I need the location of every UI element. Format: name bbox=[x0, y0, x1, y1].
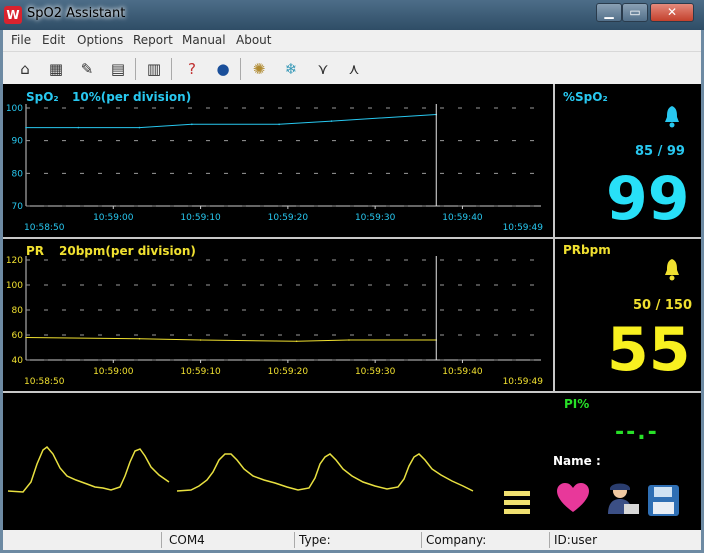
pr-value: 55 bbox=[607, 315, 691, 385]
end-time-label: 10:59:49 bbox=[503, 223, 544, 233]
toolbar: ⌂ ▦ ✎ ▤ ▥ ? ● ✺ ❄ ⋎ ⋏ bbox=[3, 51, 701, 84]
data-point bbox=[199, 339, 202, 341]
menu-lines-icon[interactable] bbox=[504, 491, 530, 515]
menu-report[interactable]: Report bbox=[133, 33, 173, 47]
status-port: COM4 bbox=[169, 533, 205, 547]
data-point bbox=[25, 336, 27, 339]
heart-icon[interactable] bbox=[556, 482, 590, 514]
status-divider bbox=[294, 532, 295, 548]
trend-line bbox=[25, 337, 437, 342]
toolbar-divider bbox=[135, 58, 136, 80]
status-type: Type: bbox=[299, 533, 331, 547]
app-logo-icon: W bbox=[4, 6, 22, 24]
menu-about[interactable]: About bbox=[236, 33, 271, 47]
y-tick-label: 60 bbox=[12, 331, 24, 341]
y-tick-label: 120 bbox=[6, 256, 23, 266]
start-time-label: 10:58:50 bbox=[24, 223, 65, 233]
data-point bbox=[330, 120, 333, 122]
x-tick-label: 10:59:20 bbox=[268, 367, 309, 377]
x-tick-label: 10:59:20 bbox=[268, 213, 309, 223]
monitor-area: SpO₂ 10%(per division) 100 90 80 70 10:59:00… bbox=[3, 84, 701, 530]
chart-icon[interactable]: ▥ bbox=[142, 57, 166, 81]
minimize-button[interactable]: ▁ bbox=[596, 3, 622, 22]
y-tick-label: 70 bbox=[12, 202, 24, 212]
status-company: Company: bbox=[426, 533, 487, 547]
status-divider bbox=[549, 532, 550, 548]
save-disk-icon[interactable] bbox=[647, 484, 681, 518]
toolbar-divider bbox=[171, 58, 172, 80]
y-tick-label: 40 bbox=[12, 356, 24, 366]
pr-panel-label: PRbpm bbox=[563, 243, 611, 257]
pi-label: PI% bbox=[564, 397, 590, 411]
end-time-label: 10:59:49 bbox=[503, 377, 544, 387]
maximize-button[interactable]: ▭ bbox=[622, 3, 648, 22]
menu-bar: File Edit Options Report Manual About bbox=[3, 30, 701, 51]
data-point bbox=[348, 339, 350, 341]
x-tick-label: 10:59:00 bbox=[93, 367, 134, 377]
data-point bbox=[138, 126, 141, 129]
status-divider bbox=[161, 532, 162, 548]
x-tick-label: 10:59:10 bbox=[180, 367, 221, 377]
data-point bbox=[77, 126, 80, 129]
start-time-label: 10:58:50 bbox=[24, 377, 65, 387]
pr-alarm-bell-icon[interactable] bbox=[663, 257, 681, 281]
data-point bbox=[295, 340, 298, 343]
y-tick-label: 100 bbox=[6, 104, 23, 114]
name-label: Name : bbox=[553, 454, 601, 468]
panel-divider bbox=[3, 391, 701, 393]
y-tick-label: 80 bbox=[12, 169, 24, 179]
menu-edit[interactable]: Edit bbox=[42, 33, 65, 47]
spo2-value: 99 bbox=[606, 164, 690, 234]
status-bar: COM4 Type: Company: ID:user bbox=[3, 530, 701, 550]
x-tick-label: 10:59:10 bbox=[180, 213, 221, 223]
pr-trend-chart: 120 100 80 60 40 10:59:00 10:59:10 10:59:20 10:5… bbox=[6, 256, 544, 387]
waveform-down-icon[interactable]: ⋎ bbox=[311, 57, 335, 81]
globe-icon[interactable]: ● bbox=[211, 57, 235, 81]
help-icon[interactable]: ? bbox=[180, 57, 204, 81]
window-title: SpO2 Assistant bbox=[27, 6, 126, 21]
device-icon[interactable]: ▦ bbox=[44, 57, 68, 81]
data-point bbox=[191, 123, 193, 126]
spo2-trend-chart: 100 90 80 70 10:59:00 10:59:10 10:59:20 10:59:3… bbox=[6, 104, 544, 233]
y-tick-label: 90 bbox=[12, 137, 24, 147]
panel-divider bbox=[553, 84, 555, 391]
toolbar-divider bbox=[240, 58, 241, 80]
pleth-waveform bbox=[7, 445, 474, 493]
data-point bbox=[25, 126, 27, 129]
data-point bbox=[278, 123, 280, 126]
print-icon[interactable]: ▤ bbox=[106, 57, 130, 81]
y-tick-label: 100 bbox=[6, 281, 23, 291]
title-bar[interactable]: W SpO2 Assistant ▁ ▭ ✕ bbox=[0, 0, 704, 30]
menu-manual[interactable]: Manual bbox=[182, 33, 226, 47]
burst-icon[interactable]: ✺ bbox=[247, 57, 271, 81]
menu-options[interactable]: Options bbox=[77, 33, 123, 47]
data-point bbox=[138, 337, 141, 340]
x-tick-label: 10:59:30 bbox=[355, 213, 396, 223]
waveform-up-icon[interactable]: ⋏ bbox=[342, 57, 366, 81]
open-folder-icon[interactable]: ✎ bbox=[75, 57, 99, 81]
x-tick-label: 10:59:40 bbox=[442, 213, 483, 223]
spo2-panel-label: %SpO₂ bbox=[563, 90, 608, 104]
app-window: W SpO2 Assistant ▁ ▭ ✕ File Edit Options… bbox=[0, 0, 704, 553]
status-id: ID:user bbox=[554, 533, 597, 547]
spo2-alarm-bell-icon[interactable] bbox=[663, 104, 681, 128]
x-tick-label: 10:59:40 bbox=[442, 367, 483, 377]
user-profile-icon[interactable] bbox=[606, 482, 640, 516]
trend-line bbox=[26, 114, 437, 129]
x-tick-label: 10:59:30 bbox=[355, 367, 396, 377]
x-tick-label: 10:59:00 bbox=[93, 213, 134, 223]
home-icon[interactable]: ⌂ bbox=[13, 57, 37, 81]
close-button[interactable]: ✕ bbox=[650, 3, 694, 22]
snowflake-icon[interactable]: ❄ bbox=[279, 57, 303, 81]
status-divider bbox=[421, 532, 422, 548]
pi-value: --.- bbox=[615, 420, 659, 445]
spo2-alarm-limits: 85 / 99 bbox=[635, 144, 685, 159]
pr-alarm-limits: 50 / 150 bbox=[633, 298, 693, 313]
menu-file[interactable]: File bbox=[11, 33, 31, 47]
y-tick-label: 80 bbox=[12, 306, 24, 316]
